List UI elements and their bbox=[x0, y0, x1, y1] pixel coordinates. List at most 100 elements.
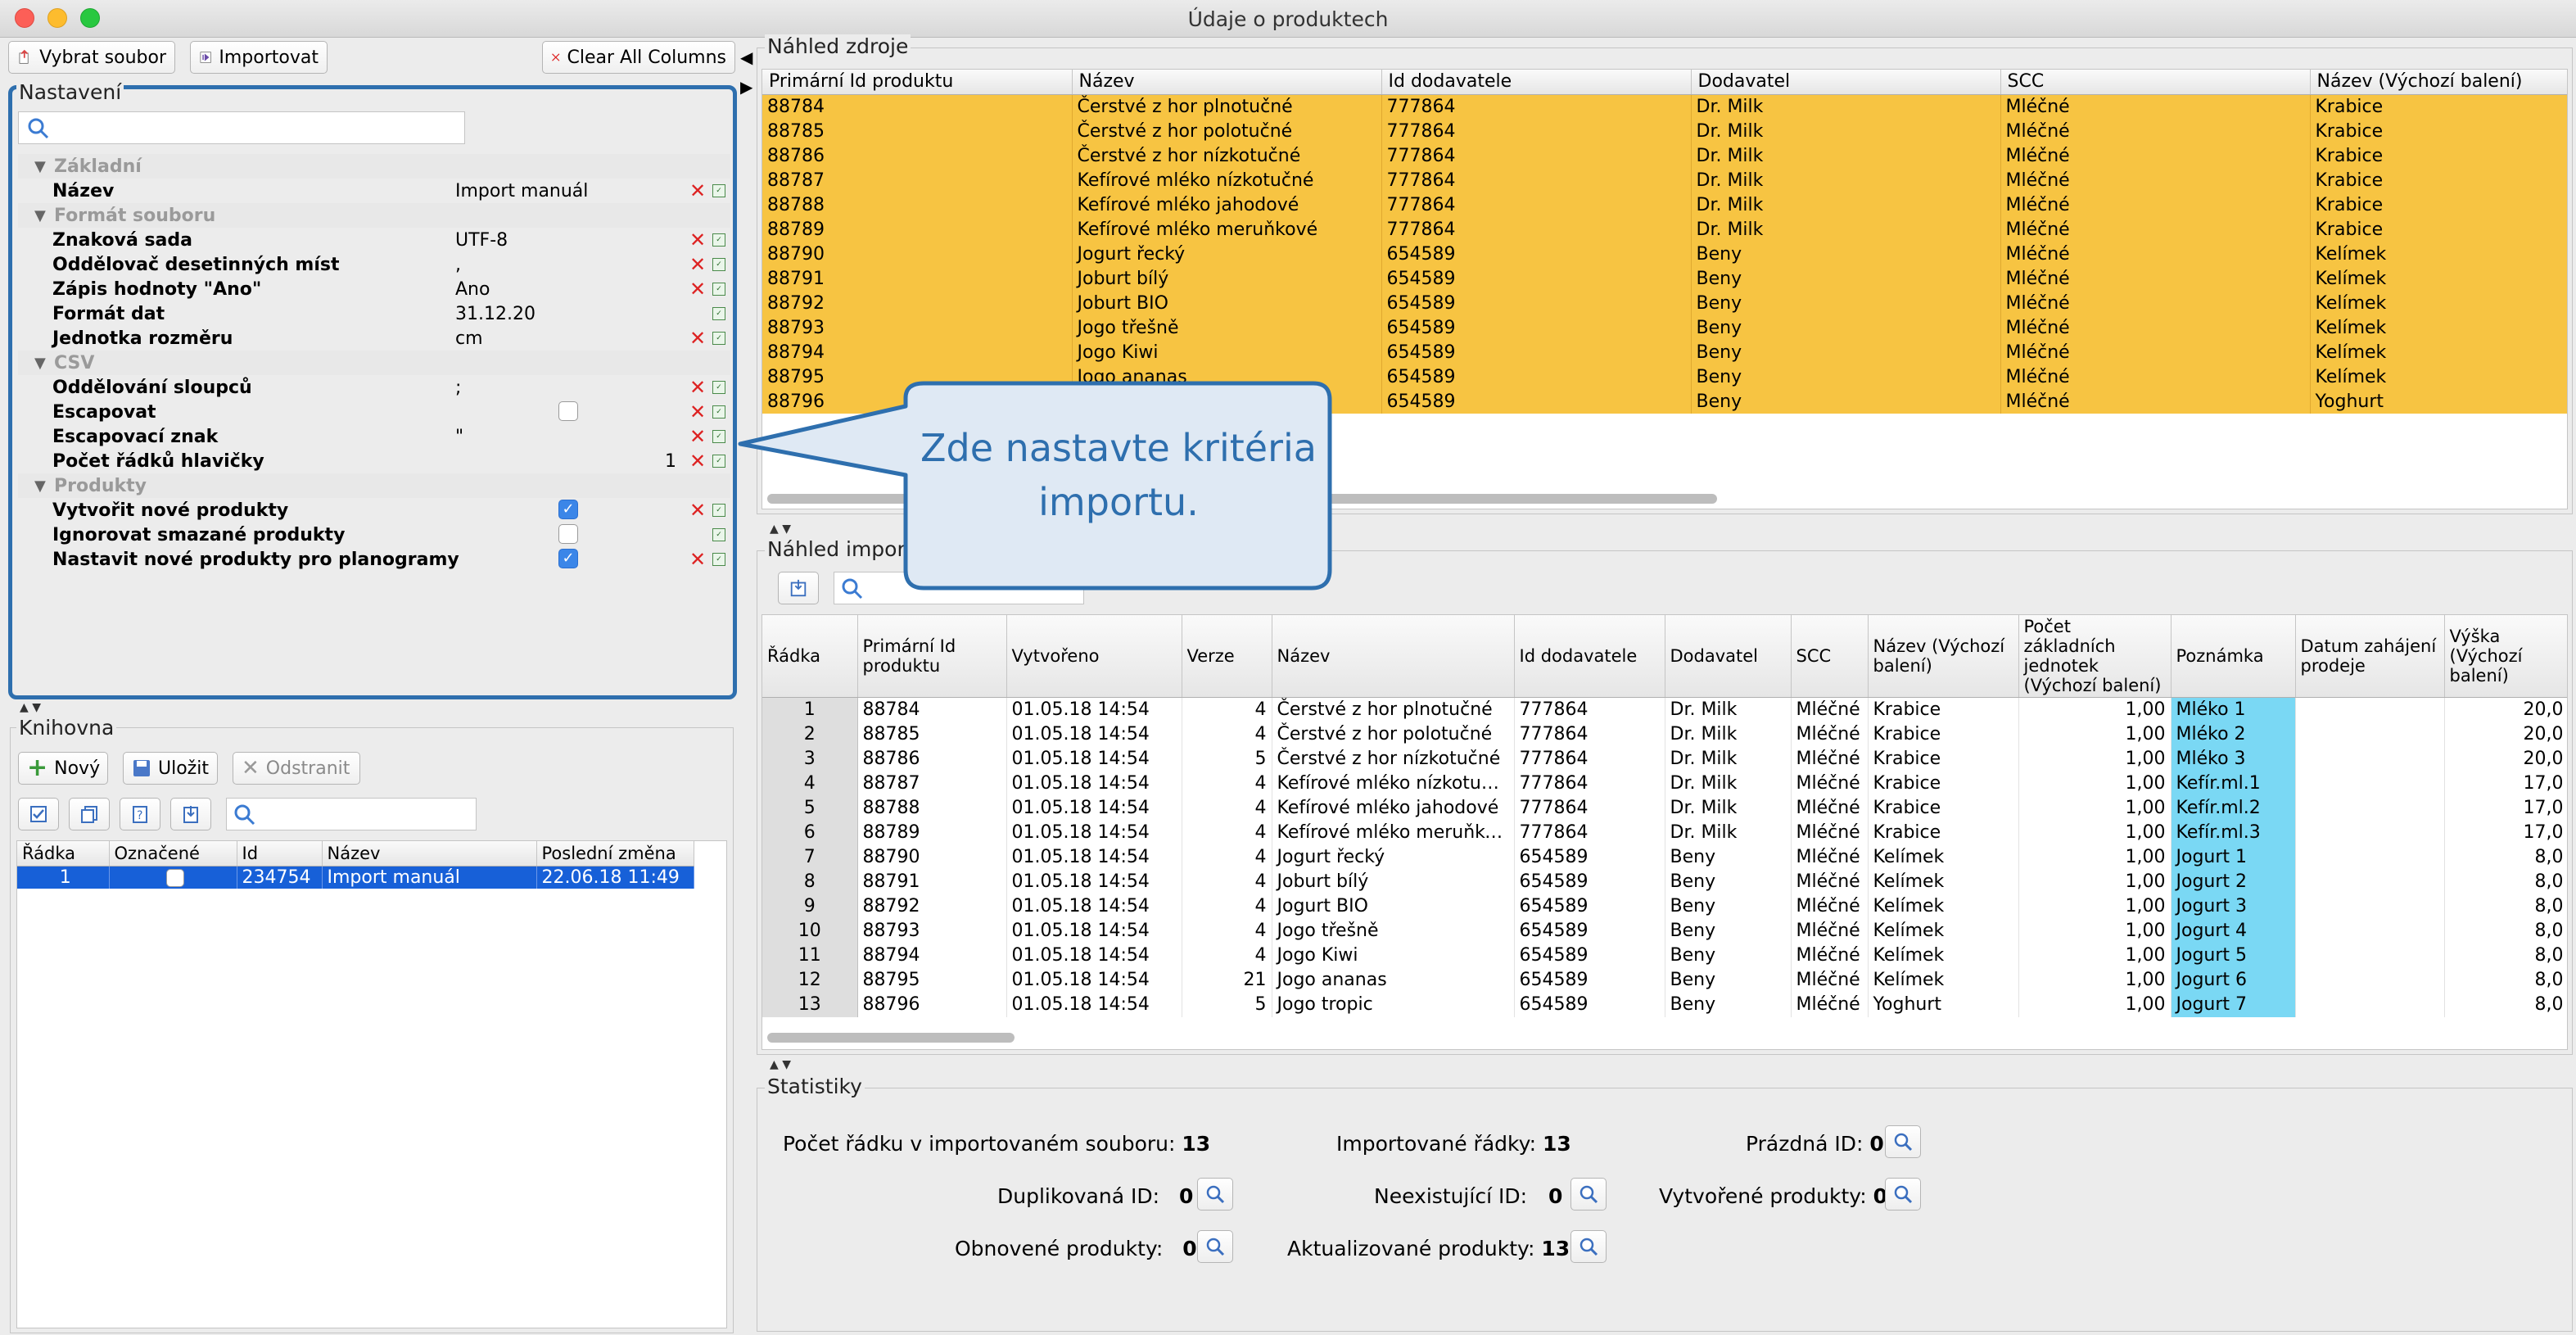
apply-icon[interactable]: ✓ bbox=[712, 233, 725, 247]
import-column-header[interactable]: Výška (Výchozí balení) bbox=[2444, 615, 2567, 698]
import-column-header[interactable]: Vytvořeno bbox=[1006, 615, 1182, 698]
library-column-header[interactable]: Název bbox=[322, 841, 537, 867]
import-table-row[interactable]: 9 88792 01.05.18 14:54 4 Jogurt BIO 654589 Ben… bbox=[762, 894, 2567, 919]
reset-x-icon[interactable]: ✕ bbox=[689, 327, 706, 350]
import-button[interactable]: Importovat bbox=[190, 41, 328, 74]
import-column-header[interactable]: Název bbox=[1272, 615, 1515, 698]
reset-x-icon[interactable]: ✕ bbox=[689, 376, 706, 399]
source-table-row[interactable]: 88793 Jogo třešně 654589 Beny Mléčné Kelímek bbox=[762, 315, 2567, 340]
split-collapse-arrows-icon[interactable]: ▲ ▼ bbox=[20, 701, 41, 714]
source-table-row[interactable]: 88790 Jogurt řecký 654589 Beny Mléčné Kelímek bbox=[762, 242, 2567, 266]
source-column-header[interactable]: Dodavatel bbox=[1691, 70, 2001, 95]
reset-x-icon[interactable]: ✕ bbox=[689, 278, 706, 301]
library-new-button[interactable]: + Nový bbox=[18, 752, 108, 785]
apply-icon[interactable]: ✓ bbox=[712, 381, 725, 394]
setting-name[interactable]: Název Import manuál ✕ ✓ bbox=[18, 179, 730, 203]
setting-create-new[interactable]: Vytvořit nové produkty ✓ ✕ ✓ bbox=[18, 498, 730, 523]
library-save-button[interactable]: Uložit bbox=[123, 752, 218, 785]
setting-header-rows-value[interactable]: 1 bbox=[665, 451, 676, 472]
section-csv[interactable]: ▼ CSV bbox=[18, 351, 730, 375]
source-table-row[interactable]: 88784 Čerstvé z hor plnotučné 777864 Dr. Mi… bbox=[762, 94, 2567, 119]
source-table-row[interactable]: 88789 Kefírové mléko meruňkové 777864 Dr. M… bbox=[762, 217, 2567, 242]
apply-icon[interactable]: ✓ bbox=[712, 283, 725, 296]
import-column-header[interactable]: Počet základních jednotek (Výchozí balen… bbox=[2018, 615, 2172, 698]
import-table-row[interactable]: 5 88788 01.05.18 14:54 4 Kefírové mléko jaho… bbox=[762, 795, 2567, 821]
setting-ignore-deleted[interactable]: Ignorovat smazané produkty ✓ bbox=[18, 523, 730, 547]
collapse-left-arrow-icon[interactable]: ◀ bbox=[740, 48, 752, 67]
import-table-row[interactable]: 6 88789 01.05.18 14:54 4 Kefírové mléko meru… bbox=[762, 820, 2567, 845]
section-basic[interactable]: ▼ Základní bbox=[18, 154, 730, 179]
library-table-row[interactable]: 1 234754 Import manuál 22.06.18 11:49 bbox=[17, 866, 694, 889]
clear-all-columns-button[interactable]: Clear All Columns bbox=[542, 41, 735, 74]
source-column-header[interactable]: Id dodavatele bbox=[1381, 70, 1692, 95]
library-column-header[interactable]: Řádka bbox=[17, 841, 110, 867]
import-table-row[interactable]: 10 88793 01.05.18 14:54 4 Jogo třešně 654589 B… bbox=[762, 918, 2567, 944]
reset-x-icon[interactable]: ✕ bbox=[689, 229, 706, 251]
setting-yes-value[interactable]: Zápis hodnoty "Ano" Ano ✕ ✓ bbox=[18, 277, 730, 301]
library-column-header[interactable]: Označené bbox=[109, 841, 237, 867]
source-table-row[interactable]: 88787 Kefírové mléko nízkotučné 777864 Dr. … bbox=[762, 168, 2567, 192]
reset-x-icon[interactable]: ✕ bbox=[689, 253, 706, 276]
section-file-format[interactable]: ▼ Formát souboru bbox=[18, 203, 730, 228]
import-column-header[interactable]: Id dodavatele bbox=[1514, 615, 1665, 698]
import-column-header[interactable]: SCC bbox=[1791, 615, 1869, 698]
setting-name-value[interactable]: Import manuál bbox=[455, 181, 588, 201]
apply-icon[interactable]: ✓ bbox=[712, 307, 725, 320]
import-column-header[interactable]: Poznámka bbox=[2171, 615, 2296, 698]
library-column-header[interactable]: Id bbox=[237, 841, 323, 867]
empty-id-zoom-button[interactable] bbox=[1885, 1125, 1921, 1158]
copy-button[interactable] bbox=[69, 798, 110, 830]
help-button[interactable]: ? bbox=[120, 798, 160, 830]
library-column-header[interactable]: Poslední změna bbox=[536, 841, 694, 867]
source-table-row[interactable]: 88792 Joburt BIO 654589 Beny Mléčné Kelímek bbox=[762, 291, 2567, 315]
apply-icon[interactable]: ✓ bbox=[712, 184, 725, 197]
setting-column-separator[interactable]: Oddělování sloupců; ✕ ✓ bbox=[18, 375, 730, 400]
import-library-button[interactable] bbox=[170, 798, 211, 830]
setting-planograms[interactable]: Nastavit nové produkty pro planogramy ✓ ✕ ✓ bbox=[18, 547, 730, 572]
source-table-row[interactable]: 88788 Kefírové mléko jahodové 777864 Dr. Mi… bbox=[762, 192, 2567, 217]
setting-unit-value[interactable]: cm bbox=[455, 328, 483, 349]
import-table-row[interactable]: 11 88794 01.05.18 14:54 4 Jogo Kiwi 654589 Ben… bbox=[762, 943, 2567, 968]
setting-escape-char[interactable]: Escapovací znak " ✕ ✓ bbox=[18, 424, 730, 449]
section-products[interactable]: ▼ Produkty bbox=[18, 473, 730, 498]
import-table-row[interactable]: 8 88791 01.05.18 14:54 4 Joburt bílý 654589 Be… bbox=[762, 869, 2567, 894]
setting-charset-value[interactable]: UTF-8 bbox=[455, 230, 508, 251]
import-table-row[interactable]: 3 88786 01.05.18 14:54 5 Čerstvé z hor nízko… bbox=[762, 746, 2567, 772]
import-column-header[interactable]: Název (Výchozí balení) bbox=[1868, 615, 2019, 698]
setting-escape[interactable]: Escapovat ✕ ✓ bbox=[18, 400, 730, 424]
restored-zoom-button[interactable] bbox=[1197, 1230, 1233, 1263]
import-horizontal-scrollbar[interactable] bbox=[767, 1033, 1015, 1043]
source-table-row[interactable]: 88791 Joburt bílý 654589 Beny Mléčné Kelímek bbox=[762, 266, 2567, 291]
setting-escape-char-value[interactable]: " bbox=[455, 427, 463, 447]
import-table-row[interactable]: 13 88796 01.05.18 14:54 5 Jogo tropic 654589 B… bbox=[762, 992, 2567, 1017]
setting-charset[interactable]: Znaková sada UTF-8 ✕ ✓ bbox=[18, 228, 730, 252]
setting-header-rows[interactable]: Počet řádků hlavičky 1 ✕ ✓ bbox=[18, 449, 730, 473]
source-column-header[interactable]: Primární Id produktu bbox=[762, 70, 1073, 95]
import-table-row[interactable]: 7 88790 01.05.18 14:54 4 Jogurt řecký 654589 B… bbox=[762, 844, 2567, 870]
source-table-row[interactable]: 88785 Čerstvé z hor polotučné 777864 Dr. Mi… bbox=[762, 119, 2567, 143]
setting-date-format[interactable]: Formát dat 31.12.20 ✓ bbox=[18, 301, 730, 326]
library-remove-button[interactable]: ✕ Odstranit bbox=[233, 752, 360, 785]
select-file-button[interactable]: Vybrat soubor bbox=[8, 41, 175, 74]
import-table-row[interactable]: 2 88785 01.05.18 14:54 4 Čerstvé z hor polot… bbox=[762, 722, 2567, 747]
import-table-row[interactable]: 12 88795 01.05.18 14:54 21 Jogo ananas 654589… bbox=[762, 967, 2567, 993]
apply-icon[interactable]: ✓ bbox=[712, 504, 725, 517]
reset-x-icon[interactable]: ✕ bbox=[689, 450, 706, 473]
import-column-header[interactable]: Datum zahájení prodeje bbox=[2295, 615, 2445, 698]
import-column-header[interactable]: Primární Id produktu bbox=[857, 615, 1007, 698]
expand-right-arrow-icon[interactable]: ▶ bbox=[740, 77, 752, 97]
import-column-header[interactable]: Verze bbox=[1182, 615, 1272, 698]
setting-column-separator-value[interactable]: ; bbox=[455, 378, 461, 398]
apply-icon[interactable]: ✓ bbox=[712, 528, 725, 541]
source-table-row[interactable]: 88794 Jogo Kiwi 654589 Beny Mléčné Kelímek bbox=[762, 340, 2567, 364]
library-marked-checkbox[interactable] bbox=[166, 868, 184, 887]
source-column-header[interactable]: SCC bbox=[2000, 70, 2311, 95]
import-table-row[interactable]: 4 88787 01.05.18 14:54 4 Kefírové mléko nízk… bbox=[762, 771, 2567, 796]
setting-decimal-separator[interactable]: Oddělovač desetinných míst, ✕ ✓ bbox=[18, 252, 730, 277]
apply-icon[interactable]: ✓ bbox=[712, 258, 725, 271]
import-table-row[interactable]: 1 88784 01.05.18 14:54 4 Čerstvé z hor plnot… bbox=[762, 697, 2567, 722]
apply-icon[interactable]: ✓ bbox=[712, 430, 725, 443]
created-zoom-button[interactable] bbox=[1885, 1178, 1921, 1211]
reset-x-icon[interactable]: ✕ bbox=[689, 400, 706, 423]
ignore-deleted-checkbox[interactable] bbox=[558, 524, 578, 544]
